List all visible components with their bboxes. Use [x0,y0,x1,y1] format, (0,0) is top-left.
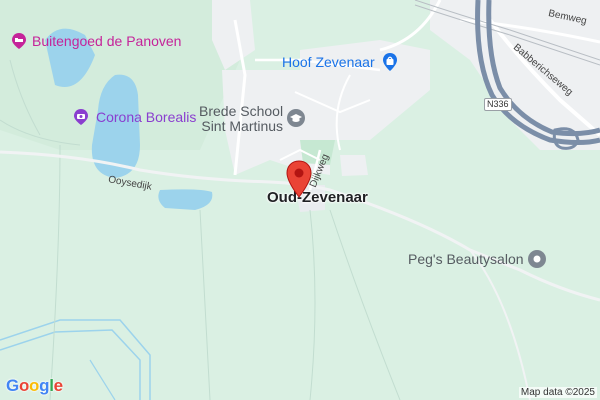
town-label[interactable]: Oud-Zevenaar [267,189,368,206]
location-pin-icon[interactable] [286,160,312,198]
logo-letter: G [6,376,19,395]
poi-label-hoof[interactable]: Hoof Zevenaar [282,54,375,70]
logo-letter: g [39,376,50,395]
map-view[interactable]: Buitengoed de Panoven Corona Borealis Br… [0,0,600,400]
poi-label-corona[interactable]: Corona Borealis [96,109,196,125]
route-shield-n336: N336 [484,98,512,111]
poi-label-pegs[interactable]: Peg's Beautysalon [408,252,524,267]
map-attribution[interactable]: Map data ©2025 [518,387,597,398]
camera-icon[interactable] [72,108,90,126]
google-logo[interactable]: Google [6,376,63,396]
hotel-bed-icon[interactable] [10,32,28,50]
school-cap-icon[interactable] [286,108,306,128]
logo-letter: o [18,376,30,395]
poi-label-buitengoed[interactable]: Buitengoed de Panoven [32,33,181,49]
beauty-salon-icon[interactable] [527,249,547,269]
shopping-bag-icon[interactable] [380,52,400,72]
poi-label-school[interactable]: Brede School Sint Martinus [199,104,283,134]
logo-letter: e [53,376,63,395]
logo-letter: o [29,376,40,395]
